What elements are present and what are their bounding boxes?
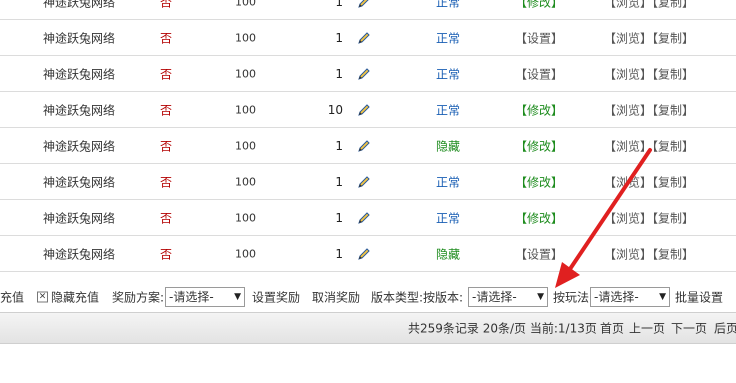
- version-select-value: -请选择-: [472, 290, 517, 304]
- set-reward-button[interactable]: 设置奖励: [252, 289, 300, 306]
- site-table: 神途跃兔网络否 100 1 正常 【修改】 【浏览】【复制】 神途跃兔网络否 100 1 正常 【设…: [0, 0, 736, 272]
- chevron-down-icon: ▼: [234, 292, 241, 302]
- status-text: 正常: [436, 211, 461, 225]
- browse-copy-links[interactable]: 【浏览】【复制】: [604, 0, 694, 10]
- hide-recharge-label[interactable]: 隐藏充值: [51, 289, 99, 306]
- recommend-flag: 否: [160, 0, 173, 9]
- sort-order: 1: [335, 210, 343, 225]
- sort-order: 1: [335, 174, 343, 189]
- site-name: 神途跃兔网络: [43, 139, 116, 153]
- recharge-label: 充值: [0, 290, 25, 305]
- table-row: 神途跃兔网络 否 100 1 正常 【设置】 【浏览】【复制】: [0, 20, 736, 56]
- recommend-flag: 否: [160, 211, 173, 225]
- last-page-link[interactable]: 后页: [714, 320, 736, 337]
- action-link[interactable]: 【修改】: [515, 0, 563, 10]
- table-row: 神途跃兔网络 否 100 10 正常 【修改】 【浏览】【复制】: [0, 92, 736, 128]
- status-text: 正常: [436, 175, 461, 189]
- pencil-icon[interactable]: [357, 211, 371, 225]
- pencil-icon[interactable]: [357, 67, 371, 81]
- table-row: 神途跃兔网络 否 100 1 隐藏 【设置】 【浏览】【复制】: [0, 236, 736, 272]
- table-row: 神途跃兔网络 否 100 1 正常 【修改】 【浏览】【复制】: [0, 0, 736, 20]
- cancel-reward-button[interactable]: 取消奖励: [312, 289, 360, 306]
- chevron-down-icon: ▼: [659, 292, 666, 302]
- recommend-flag: 否: [160, 175, 173, 189]
- site-name: 神途跃兔网络: [43, 103, 116, 117]
- status-text: 正常: [436, 103, 461, 117]
- play-method-select-value: -请选择-: [594, 290, 639, 304]
- pagination-bar: 共259条记录 20条/页 当前:1/13页 首页 上一页 下一页 后页: [0, 312, 736, 344]
- batch-set-button[interactable]: 批量设置: [675, 289, 723, 306]
- points-value: 100: [235, 175, 256, 188]
- site-name: 神途跃兔网络: [43, 211, 116, 225]
- sort-order: 1: [335, 0, 343, 9]
- status-text: 正常: [436, 0, 461, 9]
- site-name: 神途跃兔网络: [43, 247, 116, 261]
- browse-copy-links[interactable]: 【浏览】【复制】: [604, 29, 694, 46]
- status-text: 隐藏: [436, 139, 461, 153]
- site-name: 神途跃兔网络: [43, 0, 116, 9]
- recommend-flag: 否: [160, 247, 173, 261]
- pencil-icon[interactable]: [357, 0, 371, 9]
- recommend-flag: 否: [160, 139, 173, 153]
- play-method-label: 按玩法: [553, 290, 590, 305]
- pencil-icon[interactable]: [357, 175, 371, 189]
- site-name: 神途跃兔网络: [43, 31, 116, 45]
- pagination-summary: 共259条记录 20条/页 当前:1/13页: [408, 321, 597, 336]
- table-row: 神途跃兔网络 否 100 1 正常 【修改】 【浏览】【复制】: [0, 200, 736, 236]
- browse-copy-links[interactable]: 【浏览】【复制】: [604, 209, 694, 226]
- status-text: 隐藏: [436, 247, 461, 261]
- hide-recharge-checkbox[interactable]: ×: [37, 291, 48, 303]
- points-value: 100: [235, 211, 256, 224]
- batch-toolbar: 充值 × 隐藏充值 奖励方案: -请选择- ▼ 设置奖励 取消奖励 版本类型:按…: [0, 282, 736, 312]
- pencil-icon[interactable]: [357, 247, 371, 261]
- table-row: 神途跃兔网络 否 100 1 正常 【设置】 【浏览】【复制】: [0, 56, 736, 92]
- points-value: 100: [235, 31, 256, 44]
- sort-order: 1: [335, 30, 343, 45]
- points-value: 100: [235, 103, 256, 116]
- action-link[interactable]: 【设置】: [515, 245, 563, 262]
- sort-order: 1: [335, 138, 343, 153]
- table-row: 神途跃兔网络 否 100 1 隐藏 【修改】 【浏览】【复制】: [0, 128, 736, 164]
- status-text: 正常: [436, 31, 461, 45]
- action-link[interactable]: 【设置】: [515, 65, 563, 82]
- pencil-icon[interactable]: [357, 31, 371, 45]
- recommend-flag: 否: [160, 103, 173, 117]
- browse-copy-links[interactable]: 【浏览】【复制】: [604, 65, 694, 82]
- points-value: 100: [235, 139, 256, 152]
- points-value: 100: [235, 67, 256, 80]
- browse-copy-links[interactable]: 【浏览】【复制】: [604, 245, 694, 262]
- site-name: 神途跃兔网络: [43, 67, 116, 81]
- prev-page-link[interactable]: 上一页: [629, 320, 665, 337]
- pencil-icon[interactable]: [357, 139, 371, 153]
- first-page-link[interactable]: 首页: [600, 320, 624, 337]
- version-type-label: 版本类型:按版本:: [371, 290, 464, 305]
- play-method-select[interactable]: -请选择- ▼: [590, 287, 670, 307]
- action-link[interactable]: 【修改】: [515, 101, 563, 118]
- version-select[interactable]: -请选择- ▼: [468, 287, 548, 307]
- sort-order: 1: [335, 246, 343, 261]
- browse-copy-links[interactable]: 【浏览】【复制】: [604, 173, 694, 190]
- status-text: 正常: [436, 67, 461, 81]
- sort-order: 1: [335, 66, 343, 81]
- recommend-flag: 否: [160, 67, 173, 81]
- reward-scheme-select[interactable]: -请选择- ▼: [165, 287, 245, 307]
- pencil-icon[interactable]: [357, 103, 371, 117]
- chevron-down-icon: ▼: [537, 292, 544, 302]
- site-name: 神途跃兔网络: [43, 175, 116, 189]
- action-link[interactable]: 【修改】: [515, 209, 563, 226]
- points-value: 100: [235, 247, 256, 260]
- table-row: 神途跃兔网络 否 100 1 正常 【修改】 【浏览】【复制】: [0, 164, 736, 200]
- browse-copy-links[interactable]: 【浏览】【复制】: [604, 101, 694, 118]
- reward-scheme-label: 奖励方案:: [112, 290, 165, 305]
- action-link[interactable]: 【修改】: [515, 173, 563, 190]
- action-link[interactable]: 【设置】: [515, 29, 563, 46]
- browse-copy-links[interactable]: 【浏览】【复制】: [604, 137, 694, 154]
- recommend-flag: 否: [160, 31, 173, 45]
- action-link[interactable]: 【修改】: [515, 137, 563, 154]
- sort-order: 10: [327, 102, 343, 117]
- points-value: 100: [235, 0, 256, 8]
- next-page-link[interactable]: 下一页: [671, 320, 707, 337]
- reward-scheme-select-value: -请选择-: [169, 290, 214, 304]
